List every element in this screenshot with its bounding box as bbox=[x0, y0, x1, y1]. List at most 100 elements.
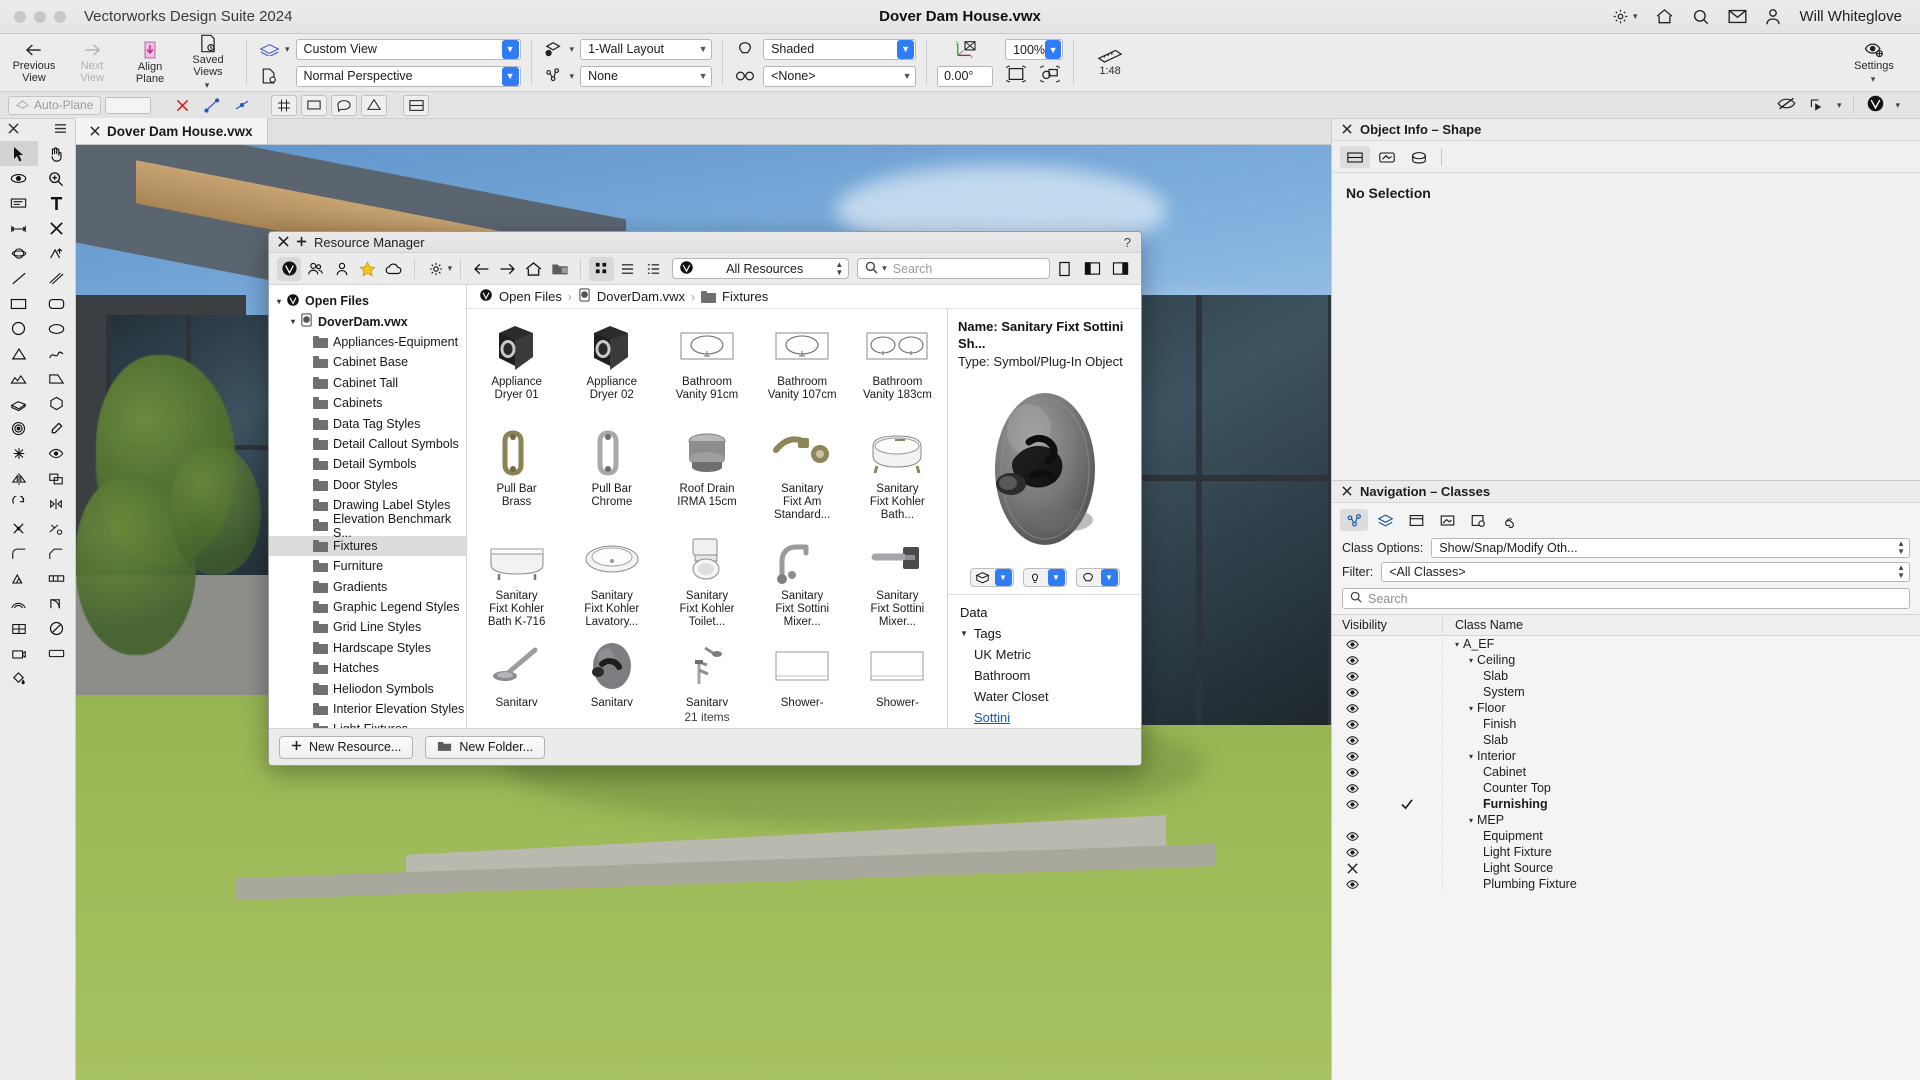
walkthrough-tool[interactable] bbox=[38, 241, 76, 266]
tab-classes[interactable] bbox=[1340, 509, 1368, 531]
resource-tree-item[interactable]: Furniture bbox=[269, 556, 466, 576]
chevron-down-icon[interactable]: ▼ bbox=[501, 66, 519, 86]
tab-shape[interactable] bbox=[1340, 146, 1370, 168]
class-select[interactable]: None ▼ bbox=[580, 65, 713, 87]
tab-design-layers[interactable] bbox=[1371, 509, 1399, 531]
split-tool[interactable] bbox=[38, 516, 76, 541]
tag-item[interactable]: UK Metric bbox=[948, 644, 1141, 665]
tag-list[interactable]: UK Metric Bathroom Water Closet Sottini bbox=[948, 644, 1141, 728]
preview-3d-view-chip[interactable]: ▼ bbox=[969, 568, 1014, 587]
ellipse-tool[interactable] bbox=[38, 316, 76, 341]
resource-tree-item[interactable]: Cabinet Base bbox=[269, 352, 466, 372]
users-icon[interactable] bbox=[303, 257, 327, 281]
class-row[interactable]: Light Fixture bbox=[1332, 844, 1920, 860]
minimize-window-button[interactable] bbox=[34, 10, 46, 23]
gear-icon[interactable] bbox=[423, 257, 447, 281]
class-row[interactable]: Cabinet bbox=[1332, 764, 1920, 780]
rectangle-tool[interactable] bbox=[0, 291, 38, 316]
tags-header[interactable]: ▼ Tags bbox=[948, 623, 1141, 644]
palette-menu-icon[interactable] bbox=[54, 123, 67, 137]
class-row[interactable]: Slab bbox=[1332, 668, 1920, 684]
resource-tree-item[interactable]: Elevation Benchmark S... bbox=[269, 512, 466, 540]
mirror-copy-tool[interactable] bbox=[38, 491, 76, 516]
resource-tree-item[interactable]: Door Styles bbox=[269, 475, 466, 495]
resource-item[interactable]: Shower- Guest Bath bbox=[850, 636, 945, 706]
chevron-down-icon[interactable]: ▾ bbox=[1895, 100, 1900, 111]
resource-item[interactable]: Sanitary Fixt Kohler Toilet... bbox=[659, 529, 754, 636]
tab-saved-views[interactable] bbox=[1464, 509, 1492, 531]
resource-item[interactable]: Appliance Dryer 02 bbox=[564, 315, 659, 422]
resource-item[interactable]: Sanitary Fixt Kohler Lavatory... bbox=[564, 529, 659, 636]
chevron-down-icon[interactable]: ▾ bbox=[882, 263, 887, 274]
account-icon[interactable] bbox=[1765, 8, 1781, 26]
close-icon[interactable] bbox=[1342, 122, 1352, 137]
chevron-down-icon[interactable]: ▼ bbox=[899, 71, 915, 81]
polygon-tool[interactable] bbox=[0, 341, 38, 366]
chevron-down-icon[interactable]: ▾ bbox=[1455, 640, 1459, 649]
class-row[interactable]: Slab bbox=[1332, 732, 1920, 748]
camera-tool[interactable] bbox=[0, 641, 38, 666]
align-plane-button[interactable]: Align Plane bbox=[122, 40, 178, 85]
back-arrow-icon[interactable] bbox=[469, 257, 493, 281]
resource-item[interactable]: Sanitary Fixt Am Standard... bbox=[755, 422, 850, 529]
visibility-eye-icon[interactable] bbox=[1332, 719, 1372, 730]
class-row[interactable]: ▾ Floor bbox=[1332, 700, 1920, 716]
resource-tree-item[interactable]: ▾ DoverDam.vwx bbox=[269, 311, 466, 331]
tab-references[interactable] bbox=[1495, 509, 1523, 531]
class-row[interactable]: ▾ Ceiling bbox=[1332, 652, 1920, 668]
tool-grid[interactable] bbox=[0, 141, 75, 691]
eraser-tool[interactable] bbox=[38, 216, 76, 241]
render-select[interactable]: Shaded ▼ bbox=[763, 38, 917, 60]
resource-item[interactable]: Sanitary Fixt Kohler Bath... bbox=[850, 422, 945, 529]
data-header[interactable]: Data bbox=[948, 602, 1141, 623]
resource-tree-item[interactable]: Detail Callout Symbols bbox=[269, 434, 466, 454]
chevron-down-icon[interactable]: ▼ bbox=[960, 629, 968, 638]
auto-plane-chip[interactable]: Auto-Plane bbox=[8, 95, 102, 115]
resource-search-input[interactable]: ▾ Search bbox=[857, 258, 1050, 279]
selection-tool[interactable] bbox=[0, 141, 38, 166]
polyline-tool[interactable] bbox=[38, 341, 76, 366]
wall-tool[interactable] bbox=[38, 566, 76, 591]
rounded-rectangle-tool[interactable] bbox=[38, 291, 76, 316]
resource-tree-item[interactable]: Interior Elevation Styles bbox=[269, 699, 466, 719]
projection-select[interactable]: Normal Perspective ▼ bbox=[295, 65, 521, 87]
double-line-tool[interactable] bbox=[38, 266, 76, 291]
resource-item[interactable]: Bathroom Vanity 91cm bbox=[659, 315, 754, 422]
class-row[interactable]: Plumbing Fixture bbox=[1332, 876, 1920, 892]
close-icon[interactable] bbox=[1342, 484, 1352, 499]
tab-sheet-layers[interactable] bbox=[1402, 509, 1430, 531]
visibility-eye-icon[interactable] bbox=[1332, 639, 1372, 650]
fit-to-page-icon[interactable] bbox=[1005, 65, 1027, 86]
visibility-eye-icon[interactable] bbox=[1332, 751, 1372, 762]
snap-loupe-tool[interactable] bbox=[0, 441, 38, 466]
chevron-down-icon[interactable]: ▼ bbox=[501, 39, 519, 59]
detail-view-icon[interactable] bbox=[642, 257, 666, 281]
text-tool[interactable] bbox=[38, 191, 76, 216]
chevron-down-icon[interactable]: ▼ bbox=[897, 39, 915, 59]
terrain-tool[interactable] bbox=[0, 366, 38, 391]
user-icon[interactable] bbox=[330, 257, 354, 281]
angle-field[interactable]: 0.00° bbox=[937, 65, 994, 87]
breadcrumb-item[interactable]: DoverDam.vwx bbox=[597, 289, 685, 304]
close-icon[interactable] bbox=[90, 124, 100, 139]
resource-item[interactable]: Bathroom Vanity 183cm bbox=[850, 315, 945, 422]
resource-filter-select[interactable]: All Resources ▲ ▼ bbox=[672, 258, 850, 279]
resource-item[interactable]: Sanitary Fixt Sottini Shower... bbox=[564, 636, 659, 706]
home-icon[interactable] bbox=[522, 257, 546, 281]
filter-select[interactable]: <All Classes> ▲ ▼ bbox=[1381, 562, 1910, 582]
forward-arrow-icon[interactable] bbox=[495, 257, 519, 281]
chevron-down-icon[interactable]: ▾ bbox=[205, 79, 210, 91]
chevron-down-icon[interactable]: ▾ bbox=[277, 297, 281, 306]
resource-item[interactable]: Roof Drain IRMA 15cm bbox=[659, 422, 754, 529]
paint-bucket-tool[interactable] bbox=[0, 666, 38, 691]
line-tool[interactable] bbox=[0, 266, 38, 291]
stepper-icon[interactable]: ▲ ▼ bbox=[1897, 540, 1905, 556]
dimension-tool[interactable] bbox=[0, 216, 38, 241]
round-wall-tool[interactable] bbox=[0, 591, 38, 616]
search-icon[interactable] bbox=[1692, 8, 1710, 26]
snap-smart-points-icon[interactable] bbox=[199, 95, 225, 116]
chevron-down-icon[interactable]: ▾ bbox=[448, 263, 453, 274]
resource-tree-item[interactable]: Appliances-Equipment bbox=[269, 332, 466, 352]
list-view-icon[interactable] bbox=[616, 257, 640, 281]
window-controls[interactable] bbox=[14, 10, 66, 23]
